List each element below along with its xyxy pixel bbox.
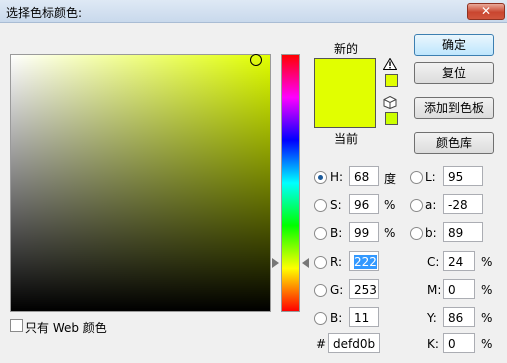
yellow-unit: % — [481, 311, 493, 325]
websafe-cube-icon[interactable] — [383, 96, 397, 109]
saturation-input[interactable]: 96 — [349, 194, 379, 214]
green-label: G: — [330, 283, 344, 297]
lab-l-input[interactable]: 95 — [443, 166, 483, 186]
gamut-warning-icon[interactable] — [383, 58, 397, 70]
color-picker-marker[interactable] — [250, 54, 262, 66]
lab-b-label: b: — [425, 226, 437, 240]
brightness-unit: % — [384, 226, 396, 240]
color-swatch — [314, 58, 376, 128]
add-to-swatches-button[interactable]: 添加到色板 — [414, 97, 494, 119]
websafe-only-checkbox[interactable] — [10, 319, 23, 332]
new-color-label: 新的 — [333, 42, 358, 56]
hue-slider-handle-right-icon[interactable] — [302, 258, 309, 268]
magenta-unit: % — [481, 283, 493, 297]
red-input[interactable]: 222 — [349, 251, 379, 271]
yellow-input[interactable]: 86 — [443, 307, 475, 327]
green-input[interactable]: 253 — [349, 279, 379, 299]
red-input-value: 222 — [354, 255, 377, 269]
saturation-unit: % — [384, 198, 396, 212]
blue-input[interactable]: 11 — [349, 307, 379, 327]
hex-label: # — [316, 337, 327, 351]
lab-a-label: a: — [425, 198, 437, 212]
new-color-swatch — [315, 59, 375, 93]
lab-a-input[interactable]: -28 — [443, 194, 483, 214]
red-radio[interactable] — [314, 256, 327, 269]
black-unit: % — [481, 337, 493, 351]
saturation-radio[interactable] — [314, 199, 327, 212]
lab-l-label: L: — [425, 170, 436, 184]
lab-l-radio[interactable] — [410, 171, 423, 184]
cyan-unit: % — [481, 255, 493, 269]
current-color-label: 当前 — [333, 132, 358, 146]
hue-slider[interactable] — [281, 54, 300, 312]
close-button[interactable]: ✕ — [467, 3, 505, 20]
hex-input[interactable]: defd0b — [328, 333, 380, 353]
brightness-input[interactable]: 99 — [349, 222, 379, 242]
cyan-label: C: — [427, 255, 440, 269]
magenta-input[interactable]: 0 — [443, 279, 475, 299]
color-libraries-button[interactable]: 颜色库 — [414, 132, 494, 154]
saturation-label: S: — [330, 198, 342, 212]
hue-slider-handle-left-icon[interactable] — [272, 258, 279, 268]
gamut-warning-swatch[interactable] — [385, 74, 398, 87]
blue-label: B: — [330, 311, 343, 325]
black-input[interactable]: 0 — [443, 333, 475, 353]
cyan-input[interactable]: 24 — [443, 251, 475, 271]
brightness-label: B: — [330, 226, 343, 240]
magenta-label: M: — [427, 283, 442, 297]
reset-button[interactable]: 复位 — [414, 62, 494, 84]
window-title: 选择色标颜色: — [6, 6, 83, 20]
lab-b-input[interactable]: 89 — [443, 222, 483, 242]
yellow-label: Y: — [427, 311, 437, 325]
current-color-swatch[interactable] — [315, 93, 375, 127]
lab-a-radio[interactable] — [410, 199, 423, 212]
green-radio[interactable] — [314, 284, 327, 297]
hue-radio[interactable] — [314, 171, 327, 184]
hue-unit: 度 — [384, 172, 397, 186]
red-label: R: — [330, 255, 343, 269]
websafe-color-swatch[interactable] — [385, 112, 398, 125]
saturation-brightness-field[interactable] — [10, 54, 271, 312]
websafe-only-label: 只有 Web 颜色 — [25, 321, 107, 335]
black-label: K: — [427, 337, 439, 351]
ok-button[interactable]: 确定 — [414, 34, 494, 56]
lab-b-radio[interactable] — [410, 227, 423, 240]
blue-radio[interactable] — [314, 312, 327, 325]
hue-label: H: — [330, 170, 344, 184]
hue-input[interactable]: 68 — [349, 166, 379, 186]
brightness-radio[interactable] — [314, 227, 327, 240]
